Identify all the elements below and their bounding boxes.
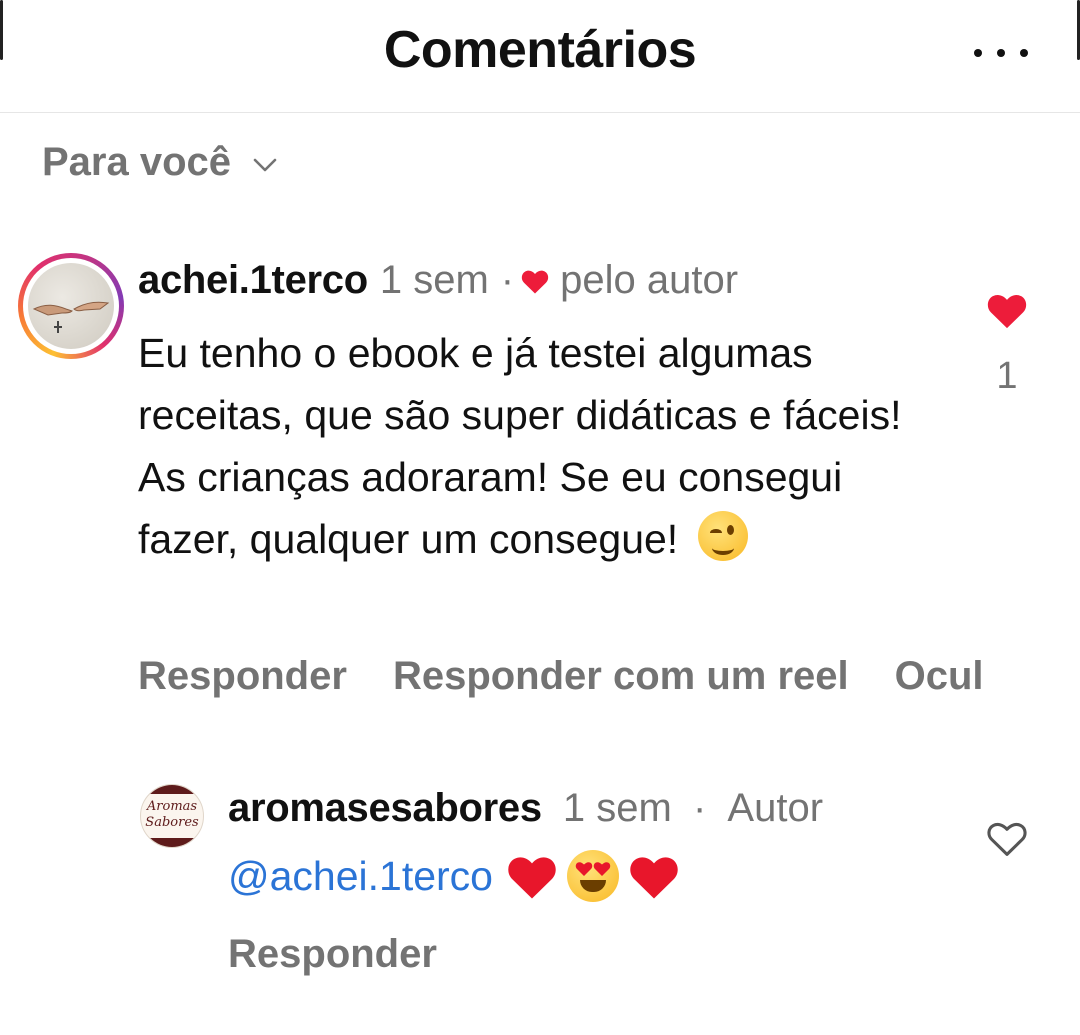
avatar xyxy=(28,263,114,349)
reply-time: 1 sem xyxy=(562,786,672,830)
sort-filter-label: Para você xyxy=(42,140,232,184)
red-heart-emoji-icon xyxy=(630,857,678,899)
logo-line: Sabores xyxy=(145,815,199,830)
mention-link[interactable]: @achei.1terco xyxy=(228,853,493,900)
comment-body: Eu tenho o ebook e já testei algumas rec… xyxy=(138,322,918,570)
like-count[interactable]: 1 xyxy=(990,355,1024,398)
page-title: Comentários xyxy=(383,21,697,79)
comment-time: 1 sem xyxy=(379,258,489,302)
author-label: Autor xyxy=(727,786,824,830)
reply-button[interactable]: Responder xyxy=(138,654,347,699)
hide-button[interactable]: Ocul xyxy=(895,654,984,699)
meta-separator: · xyxy=(500,258,515,302)
dot xyxy=(1020,49,1028,57)
avatar-logo: Aromas Sabores xyxy=(141,799,203,831)
header: Comentários xyxy=(0,0,1080,113)
reply-button[interactable]: Responder xyxy=(228,932,437,977)
comment-text: Eu tenho o ebook e já testei algumas rec… xyxy=(138,330,902,562)
like-heart-filled-icon[interactable] xyxy=(985,290,1029,330)
meta-separator: · xyxy=(692,786,707,830)
like-heart-outline-icon[interactable] xyxy=(985,818,1029,858)
logo-band-top xyxy=(141,785,203,794)
avatar-story-ring[interactable] xyxy=(18,253,124,359)
sort-filter-dropdown[interactable]: Para você xyxy=(42,140,277,185)
logo-line: Aromas xyxy=(146,799,198,814)
liked-by-author-label: pelo autor xyxy=(560,258,739,302)
dot xyxy=(997,49,1005,57)
comment-username[interactable]: achei.1terco xyxy=(138,258,368,303)
reply-with-reel-button[interactable]: Responder com um reel xyxy=(393,654,849,699)
liked-by-author-heart-icon xyxy=(521,270,549,293)
heart-eyes-emoji-icon xyxy=(566,850,619,902)
reply-body: @achei.1terco xyxy=(228,850,681,902)
chevron-down-icon xyxy=(253,158,277,171)
comment-actions: Responder Responder com um reel Ocul xyxy=(138,654,1030,699)
reply-username[interactable]: aromasesabores xyxy=(228,786,542,830)
dot xyxy=(974,49,982,57)
logo-band-bottom xyxy=(141,838,203,847)
comment-header: achei.1terco 1 sem · pelo autor xyxy=(138,258,738,303)
reply-header: aromasesabores 1 sem · Autor xyxy=(228,786,823,831)
red-heart-emoji-icon xyxy=(508,857,556,899)
more-options-icon[interactable] xyxy=(974,38,1028,68)
hands-image-icon xyxy=(32,301,110,333)
comments-screen: Comentários Para você achei.1terco 1 sem… xyxy=(0,0,1080,1035)
avatar[interactable]: Aromas Sabores xyxy=(140,784,204,848)
winking-face-emoji-icon xyxy=(697,511,748,561)
